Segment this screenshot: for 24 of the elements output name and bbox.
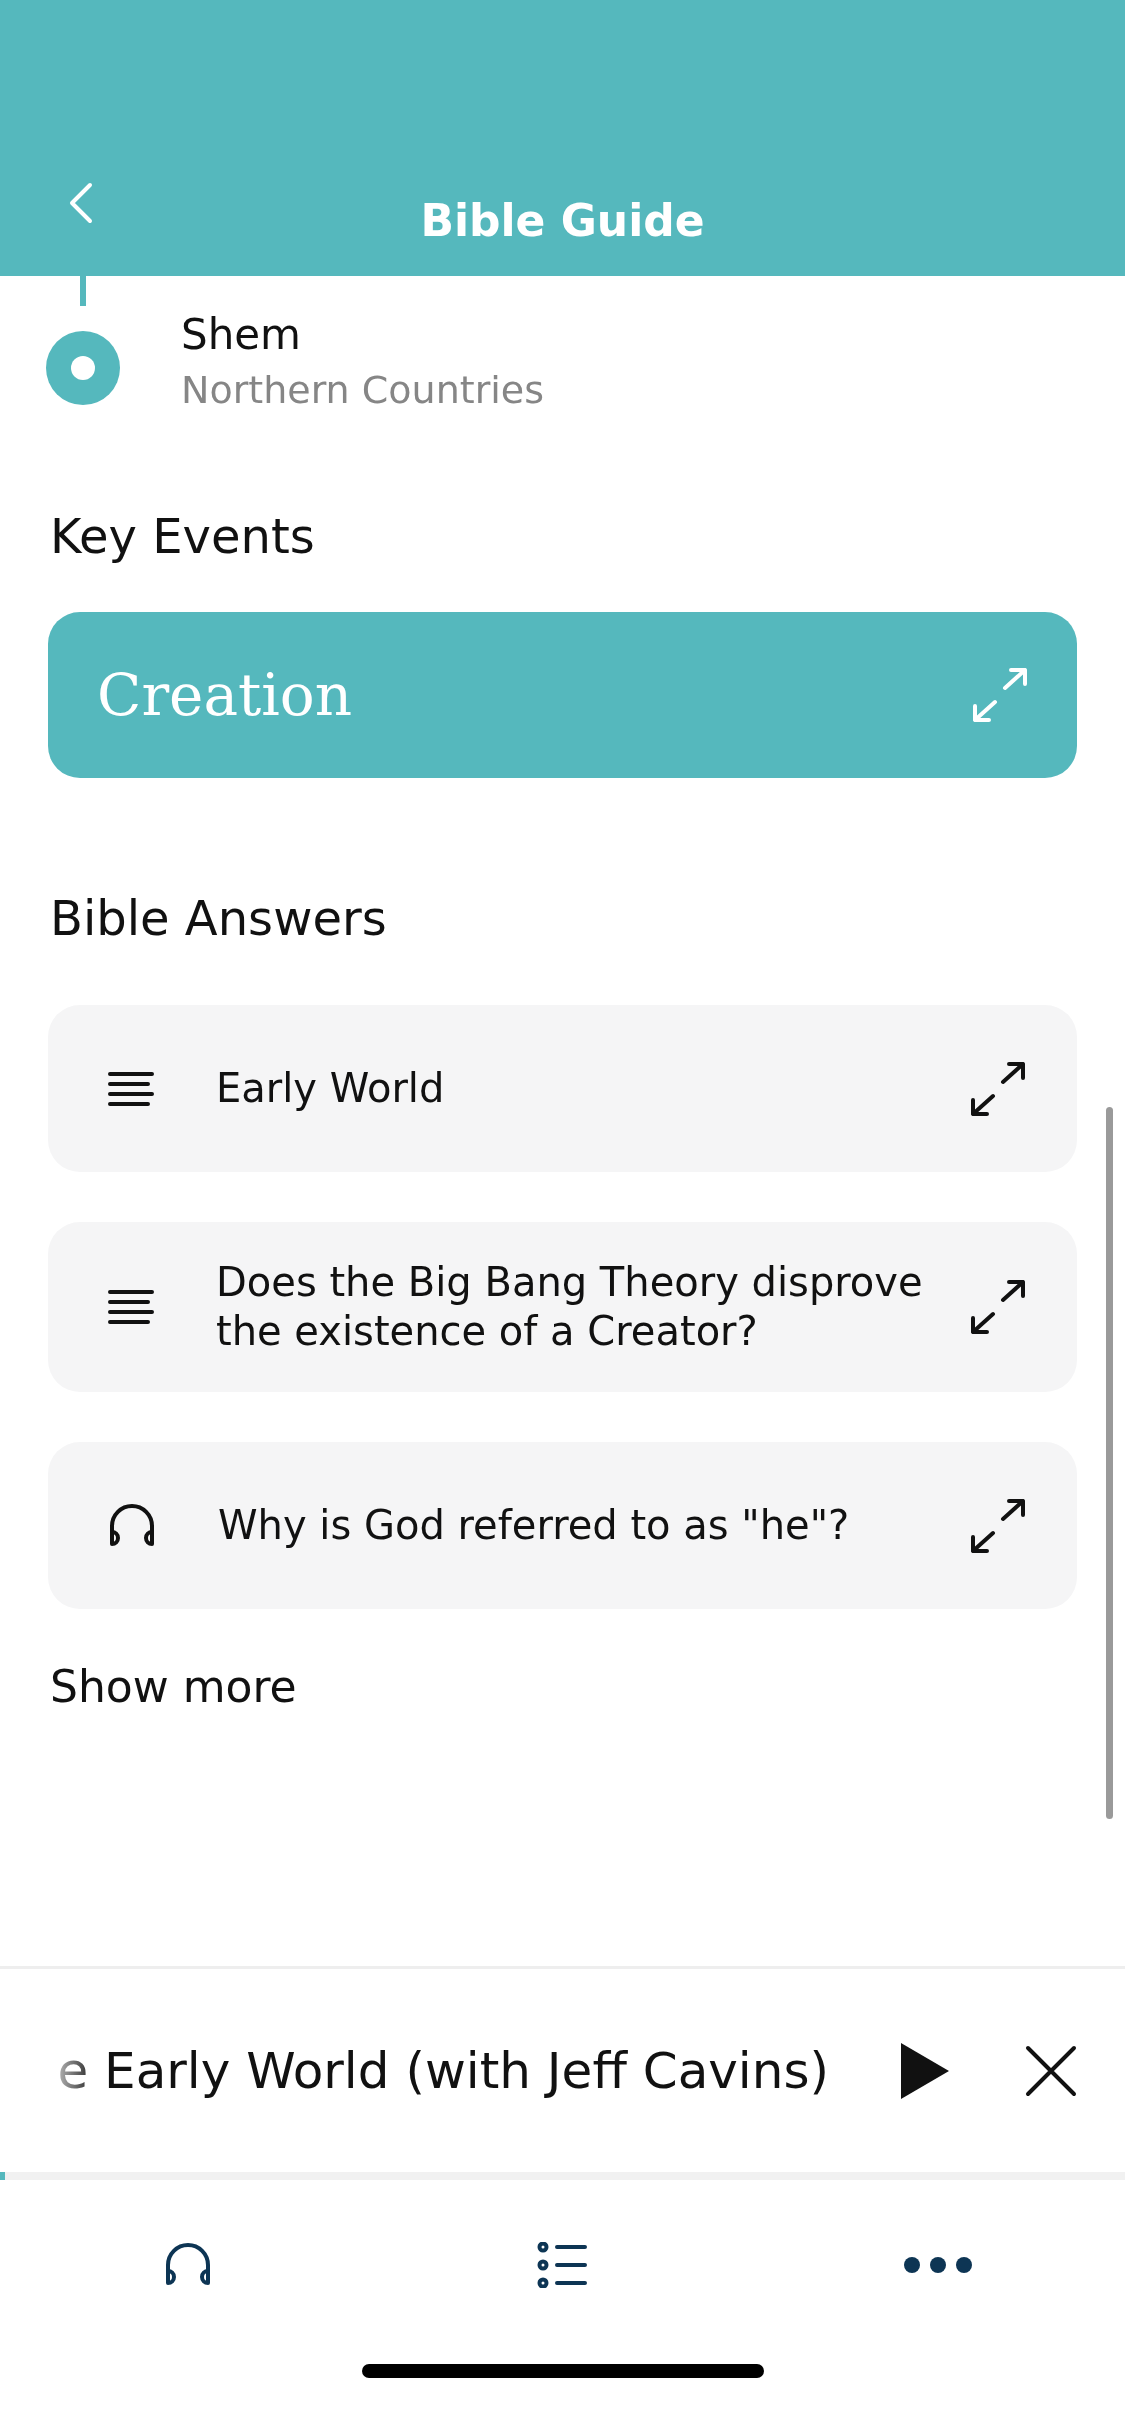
show-more-link[interactable]: Show more	[0, 1661, 297, 1714]
timeline-name: Shem	[181, 310, 303, 361]
close-icon[interactable]	[1025, 2044, 1077, 2097]
section-heading: Bible Answers	[49, 889, 388, 948]
answer-card[interactable]: Does the Big Bang Theory disprove the existence of a Creator?	[48, 1222, 1077, 1393]
text-lines-icon	[108, 1288, 154, 1327]
timeline-subtitle: Northern Countries	[181, 368, 544, 414]
timeline-node-icon	[46, 331, 120, 405]
section-heading: Key Events	[49, 508, 316, 566]
answer-title: Why is God referred to as "he"?	[218, 1501, 851, 1551]
text-lines-icon	[108, 1069, 154, 1108]
expand-icon[interactable]	[971, 1498, 1025, 1553]
play-icon[interactable]	[899, 2040, 951, 2101]
track-title: e Early World (with Jeff Cavins)	[57, 2041, 829, 2100]
more-icon[interactable]	[903, 2257, 972, 2273]
list-icon[interactable]	[536, 2242, 589, 2288]
expand-icon[interactable]	[971, 1061, 1025, 1116]
answer-title: Early World	[216, 1064, 446, 1114]
answer-card[interactable]: Why is God referred to as "he"?	[48, 1442, 1077, 1610]
event-title: Creation	[97, 660, 353, 729]
expand-icon[interactable]	[971, 1280, 1025, 1335]
page-title: Bible Guide	[420, 195, 705, 248]
answer-title: Does the Big Bang Theory disprove the existence of a Creator?	[216, 1258, 924, 1357]
answer-card[interactable]: Early World	[48, 1005, 1077, 1173]
